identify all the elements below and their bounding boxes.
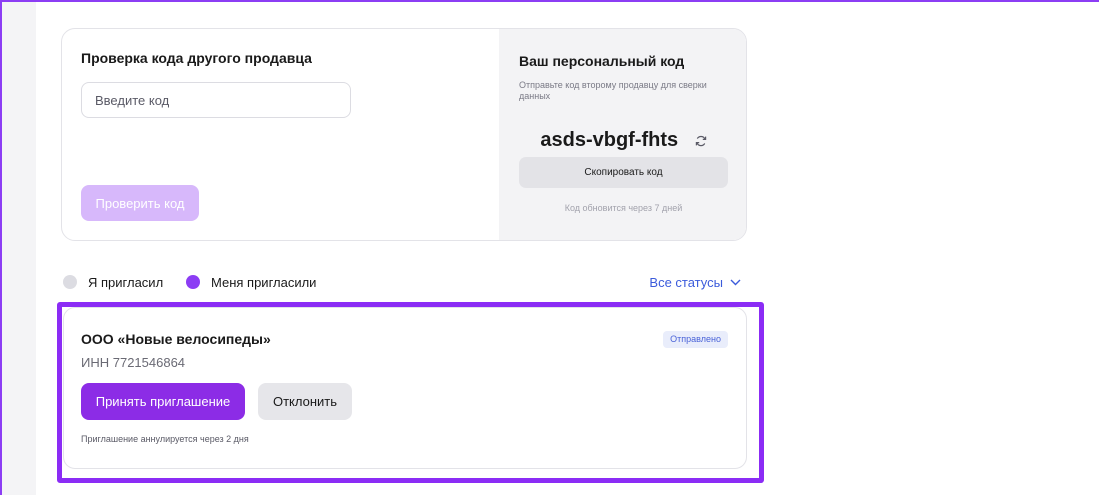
personal-code-title: Ваш персональный код: [519, 53, 685, 69]
personal-code-hint: Отправьте код второму продавцу для сверк…: [519, 80, 707, 101]
left-gutter: [2, 2, 36, 495]
radio-on-icon: [186, 275, 200, 289]
copy-code-button[interactable]: Скопировать код: [519, 157, 728, 188]
radio-off-icon: [63, 275, 77, 289]
code-check-card: Проверка кода другого продавца Проверить…: [61, 28, 747, 241]
code-input[interactable]: [81, 82, 351, 118]
status-filter-select[interactable]: Все статусы: [649, 273, 741, 291]
personal-code-panel: Ваш персональный код Отправьте код второ…: [499, 29, 746, 240]
check-code-panel: Проверка кода другого продавца Проверить…: [62, 29, 499, 240]
refresh-icon[interactable]: [695, 135, 707, 147]
chevron-down-icon: [730, 279, 741, 285]
status-filter-label: Все статусы: [649, 274, 723, 290]
highlight-frame: [57, 302, 764, 483]
check-code-title: Проверка кода другого продавца: [81, 50, 312, 66]
radio-label: Меня пригласили: [211, 274, 317, 290]
personal-code-value: asds-vbgf-fhts: [540, 129, 679, 151]
radio-label: Я пригласил: [88, 274, 164, 290]
check-code-button[interactable]: Проверить код: [81, 185, 199, 221]
invitation-filter-row: Я пригласил Меня пригласили Все статусы: [63, 273, 747, 291]
radio-i-invited[interactable]: Я пригласил: [63, 273, 163, 291]
code-update-note: Код обновится через 7 дней: [564, 203, 683, 213]
personal-code-row: asds-vbgf-fhts: [499, 129, 746, 152]
radio-invited-me[interactable]: Меня пригласили: [186, 273, 316, 291]
